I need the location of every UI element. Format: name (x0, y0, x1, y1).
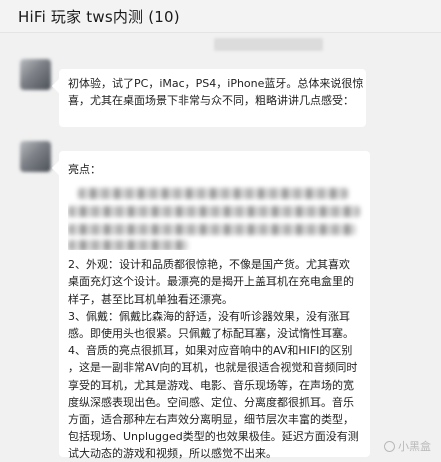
message-line: 4、音质的亮点很抓耳，如果对应音响中的AV和HIFI的区别 (68, 344, 353, 358)
redacted-text-block (68, 182, 368, 251)
message-text: 初体验，试了PC，iMac，PS4，iPhone蓝牙。总体来说很惊喜，尤其在桌面… (68, 77, 364, 108)
message-line: 感。即使用头也很紧。只佩戴了标配耳塞，没试惰性耳塞。 (68, 326, 354, 340)
message-bubble[interactable]: 初体验，试了PC，iMac，PS4，iPhone蓝牙。总体来说很惊喜，尤其在桌面… (59, 69, 366, 127)
message-line: 2、外观：设计和品质都很惊艳，不像是国产货。尤其喜欢 (68, 258, 350, 272)
message-text: 亮点： 2、外观：设计和品质都很惊艳，不像是国产货。尤其喜欢 桌面充灯这个设计。… (68, 161, 368, 462)
sender-avatar[interactable] (20, 59, 51, 90)
watermark: 小黑盒 (384, 438, 431, 454)
sender-avatar[interactable] (20, 141, 51, 172)
message-line: 3、佩戴：佩戴比森海的舒适，没有听诊器效果，没有涨耳 (68, 309, 350, 323)
message-line: 桌面充灯这个设计。最漂亮的是揭开上盖耳机在充电盒里的 (68, 275, 354, 289)
chat-header: HiFi 玩家 tws内测 (10) (0, 0, 441, 33)
message-timestamp (214, 38, 324, 51)
message-bubble[interactable]: 亮点： 2、外观：设计和品质都很惊艳，不像是国产货。尤其喜欢 桌面充灯这个设计。… (59, 151, 370, 460)
message-line: 试大动态的游戏和视频，所以感觉不出来。 (68, 447, 277, 461)
watermark-text: 小黑盒 (398, 440, 431, 453)
message-line: 方面，适合那种左右声效分离明显，细节层次丰富的类型， (68, 412, 354, 426)
message-line: 亮点： (68, 163, 101, 176)
message-line: 享受的耳机，尤其是游戏、电影、音乐现场等，在声场的宽 (68, 378, 354, 392)
watermark-icon (384, 441, 395, 452)
message-line: 包括现场、Unplugged类型的也效果极佳。延迟方面没有测 (68, 430, 359, 444)
message-line: 度纵深感表现出色。空间感、定位、分离度都很抓耳。音乐 (68, 395, 354, 409)
message-line: 样子，甚至比耳机单独看还漂亮。 (68, 292, 233, 306)
chat-title[interactable]: HiFi 玩家 tws内测 (10) (18, 6, 180, 27)
message-line: ，这是一副非常AV向的耳机，也就是很适合视觉和音频同时 (68, 361, 358, 375)
